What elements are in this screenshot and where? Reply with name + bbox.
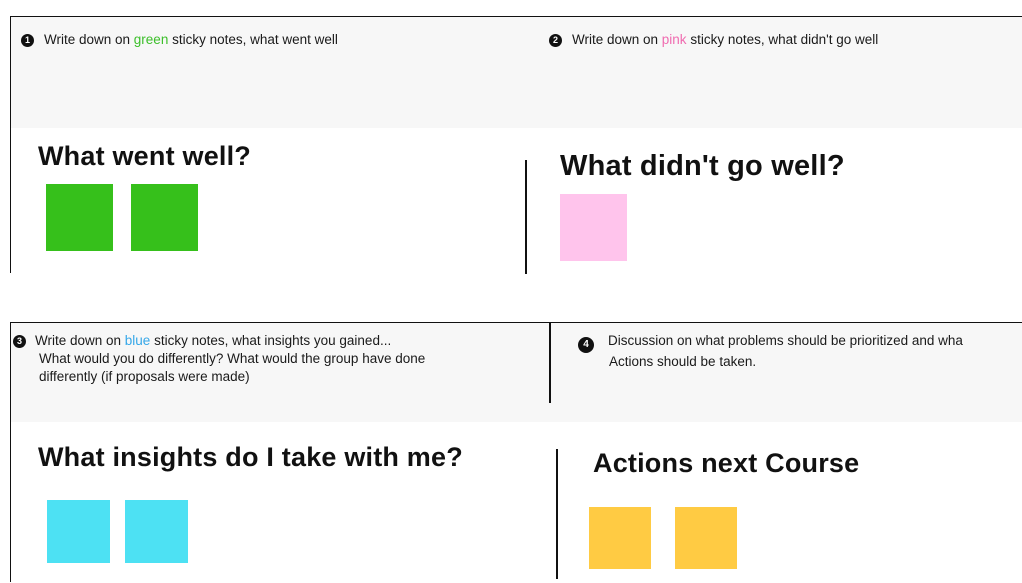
heading-went-well: What went well? (38, 141, 252, 171)
heading-didnt-go-well: What didn't go well? (560, 150, 845, 182)
column-divider (549, 323, 551, 403)
sticky-note-pink[interactable] (560, 194, 627, 261)
step-number-badge: 3 (13, 335, 26, 348)
color-word-pink: pink (661, 32, 687, 47)
step-number-badge: 2 (549, 34, 562, 47)
sticky-note-blue[interactable] (47, 500, 110, 563)
column-divider (556, 449, 558, 579)
instruction-didnt-go-well: 2 Write down on pink sticky notes, what d… (549, 31, 878, 49)
sticky-note-yellow[interactable] (675, 507, 737, 569)
instruction-insights: 3 Write down on blue sticky notes, what i… (13, 332, 425, 386)
retro-board-top: 1 Write down on green sticky notes, what … (10, 16, 1022, 274)
sticky-note-blue[interactable] (125, 500, 188, 563)
step-number-badge: 4 (578, 337, 594, 353)
color-word-green: green (133, 32, 169, 47)
retro-board-bottom: 3 Write down on blue sticky notes, what i… (10, 322, 1022, 583)
column-divider (525, 160, 527, 274)
sticky-note-green[interactable] (131, 184, 198, 251)
instruction-went-well: 1 Write down on green sticky notes, what … (21, 31, 338, 49)
instruction-actions: 4 Discussion on what problems should be p… (578, 332, 963, 371)
color-word-blue: blue (124, 333, 151, 348)
sticky-note-yellow[interactable] (589, 507, 651, 569)
heading-actions: Actions next Course (593, 448, 860, 478)
sticky-note-green[interactable] (46, 184, 113, 251)
step-number-badge: 1 (21, 34, 34, 47)
heading-insights: What insights do I take with me? (38, 442, 463, 472)
